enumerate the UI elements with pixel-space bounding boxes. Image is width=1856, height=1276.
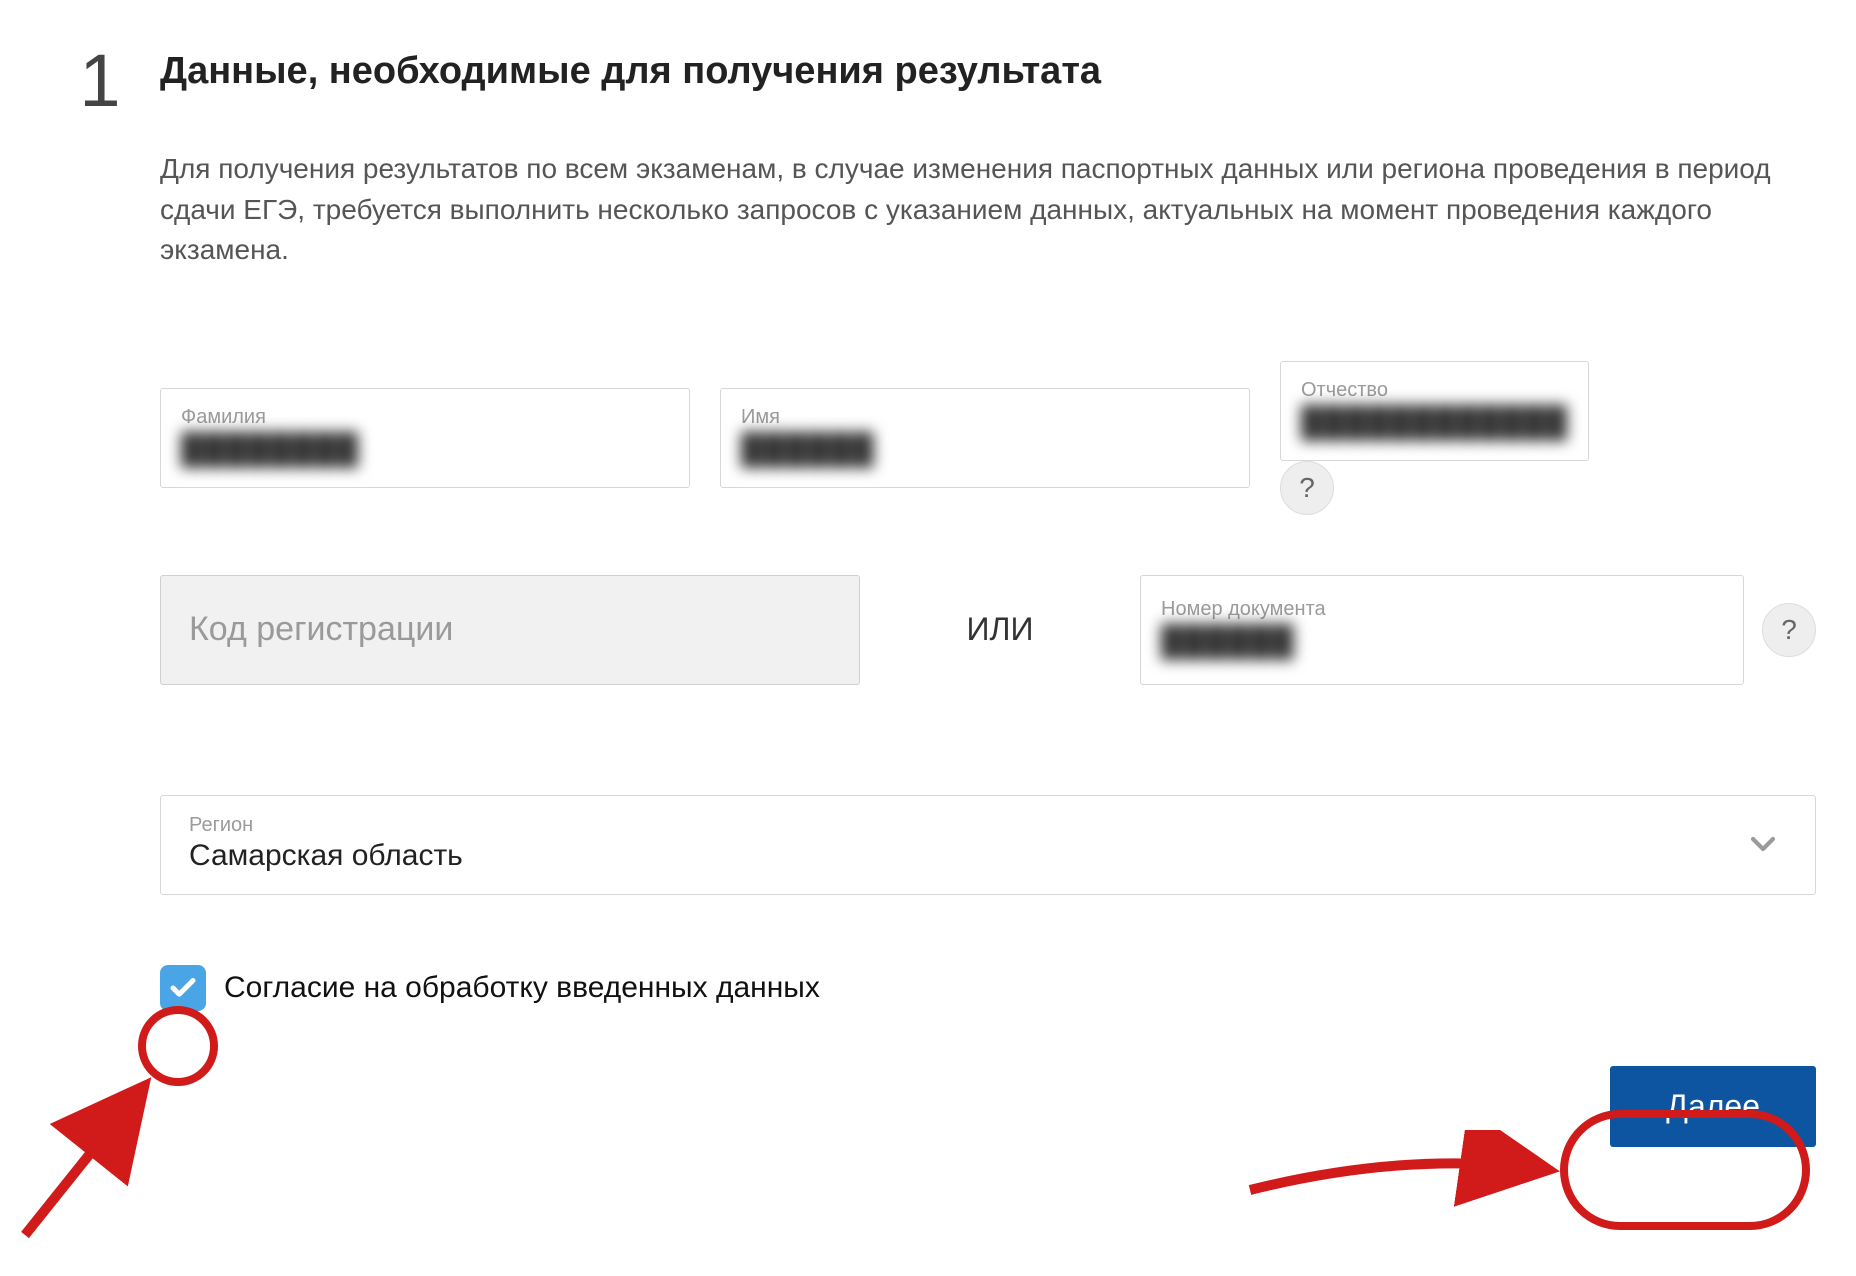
registration-code-placeholder: Код регистрации [189,610,453,649]
surname-label: Фамилия [181,406,669,429]
firstname-label: Имя [741,406,1229,429]
help-icon[interactable]: ? [1762,603,1816,657]
firstname-field[interactable]: Имя ██████ [720,388,1250,488]
patronymic-label: Отчество [1301,379,1568,402]
document-number-value: ██████ [1161,625,1723,659]
page-heading: Данные, необходимые для получения резуль… [160,50,1816,93]
name-fields-row: Фамилия ████████ Имя ██████ Отчество ███… [160,361,1816,515]
region-value: Самарская область [189,839,463,873]
identifier-row: Код регистрации ИЛИ Номер документа ████… [160,575,1816,685]
document-number-field[interactable]: Номер документа ██████ [1140,575,1744,685]
document-number-label: Номер документа [1161,598,1723,621]
step-number: 1 [40,44,160,118]
or-separator: ИЛИ [860,611,1140,648]
region-label: Регион [189,814,463,837]
region-select[interactable]: Регион Самарская область [160,795,1816,895]
help-icon[interactable]: ? [1280,461,1334,515]
surname-value: ████████ [181,433,669,467]
consent-label: Согласие на обработку введенных данных [224,971,820,1005]
consent-checkbox[interactable] [160,965,206,1011]
surname-field[interactable]: Фамилия ████████ [160,388,690,488]
consent-row: Согласие на обработку введенных данных [160,965,1816,1011]
patronymic-value: ████████████ [1301,406,1568,440]
check-icon [168,973,198,1003]
registration-code-field[interactable]: Код регистрации [160,575,860,685]
patronymic-field[interactable]: Отчество ████████████ [1280,361,1589,461]
firstname-value: ██████ [741,433,1229,467]
page-description: Для получения результатов по всем экзаме… [160,149,1816,271]
next-button[interactable]: Далее [1610,1066,1816,1147]
chevron-down-icon [1741,822,1785,866]
